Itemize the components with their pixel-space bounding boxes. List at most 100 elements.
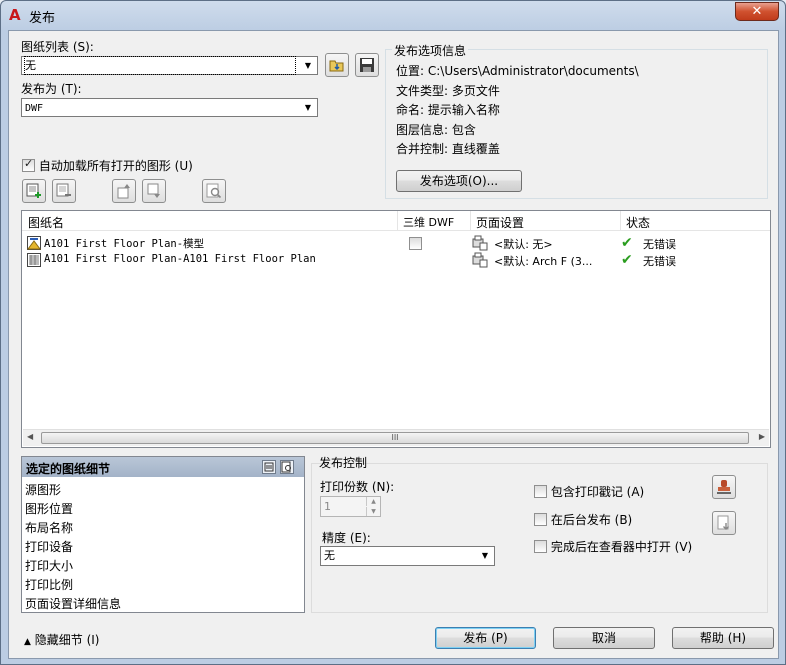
background-publish-label: 在后台发布 (B) [550, 513, 633, 527]
info-merge: 合并控制: 直线覆盖 [396, 142, 500, 156]
info-naming: 命名: 提示输入名称 [396, 103, 500, 117]
chevron-down-icon: ▼ [481, 551, 489, 560]
info-file-type: 文件类型: 多页文件 [396, 84, 500, 98]
col-header-page-setup[interactable]: 页面设置 [476, 214, 524, 231]
export-document-icon [717, 515, 729, 530]
scroll-right-arrow-icon[interactable]: ▶ [759, 432, 765, 441]
copies-stepper[interactable]: 1 ▲ ▼ [320, 496, 381, 517]
autoload-checkbox[interactable] [22, 157, 35, 172]
scroll-left-arrow-icon[interactable]: ◀ [27, 432, 33, 441]
sheet-name: A101 First Floor Plan-A101 First Floor P… [44, 253, 316, 265]
move-down-icon [147, 183, 160, 198]
page-setup-value[interactable]: <默认: Arch F (3... [494, 253, 592, 269]
scrollbar-grip: III [391, 433, 399, 442]
preview-magnifier-icon [206, 183, 222, 199]
window-title: 发布 [29, 11, 56, 26]
include-stamp-option[interactable]: 包含打印戳记 (A) [534, 483, 644, 500]
info-layer: 图层信息: 包含 [396, 123, 476, 137]
sheet-details-panel: 选定的图纸细节 源图形 图形位置 布局名称 打印设备 打印大小 打印比例 页面设… [21, 456, 305, 613]
details-preview-button[interactable] [280, 460, 294, 474]
background-publish-option[interactable]: 在后台发布 (B) [534, 511, 632, 528]
column-divider[interactable] [620, 211, 621, 231]
detail-drawing-location: 图形位置 [25, 502, 74, 516]
sheet-table: 图纸名 三维 DWF 页面设置 状态 A101 First Floor Plan… [21, 210, 771, 448]
dialog-body: 图纸列表 (S): 无 ▼ 发布为 (T): DWF ▼ 发布选项信息 位置: … [8, 30, 779, 659]
include-stamp-checkbox[interactable] [534, 485, 547, 498]
scrollbar-thumb[interactable]: III [41, 432, 749, 444]
chevron-down-icon: ▼ [304, 103, 312, 112]
title-bar[interactable]: A 发布 ✕ [1, 1, 785, 29]
include-stamp-label: 包含打印戳记 (A) [550, 485, 645, 499]
precision-select[interactable]: 无 ▼ [320, 546, 495, 566]
detail-layout-name: 布局名称 [25, 521, 74, 535]
move-sheet-up-button[interactable] [112, 179, 136, 203]
page-setup-icon [472, 252, 488, 271]
help-button[interactable]: 帮助 (H) [672, 627, 774, 649]
detail-source-drawing: 源图形 [25, 483, 62, 497]
publish-options-button[interactable]: 发布选项(O)... [396, 170, 522, 192]
sheet-list-label: 图纸列表 (S): [21, 40, 94, 54]
spin-down-icon[interactable]: ▼ [366, 507, 380, 516]
hide-details-label: 隐藏细节 (I) [34, 633, 100, 647]
options-info-title: 发布选项信息 [392, 42, 469, 59]
publish-to-value: DWF [25, 103, 44, 114]
col-header-3d-dwf[interactable]: 三维 DWF [403, 214, 454, 230]
info-location: 位置: C:\Users\Administrator\documents\ [396, 64, 639, 78]
copies-value: 1 [324, 500, 331, 513]
3d-dwf-checkbox[interactable] [409, 237, 422, 250]
remove-sheets-button[interactable] [52, 179, 76, 203]
hide-details-toggle[interactable]: ▲ 隐藏细节 (I) [24, 631, 99, 648]
save-icon [360, 58, 374, 72]
open-folder-icon [329, 60, 344, 72]
table-row[interactable]: A101 First Floor Plan-模型 <默认: 无> ✔ 无错误 [22, 235, 770, 252]
layout-sheet-icon [27, 253, 41, 270]
col-header-status[interactable]: 状态 [626, 214, 650, 231]
autoload-option[interactable]: 自动加载所有打开的图形 (U) [22, 157, 193, 174]
open-viewer-option[interactable]: 完成后在查看器中打开 (V) [534, 538, 692, 555]
detail-plot-scale: 打印比例 [25, 578, 74, 592]
details-view-button[interactable] [262, 460, 276, 474]
move-sheet-down-button[interactable] [142, 179, 166, 203]
copies-label: 打印份数 (N): [320, 480, 395, 494]
detail-plot-size: 打印大小 [25, 559, 74, 573]
table-header: 图纸名 三维 DWF 页面设置 状态 [22, 211, 770, 231]
sheet-list-select[interactable]: 无 ▼ [21, 56, 318, 75]
save-sheet-list-button[interactable] [355, 53, 379, 77]
col-header-sheet-name[interactable]: 图纸名 [28, 214, 64, 231]
close-button[interactable]: ✕ [735, 2, 779, 21]
detail-plot-device: 打印设备 [25, 540, 74, 554]
status-text: 无错误 [643, 238, 676, 251]
publish-button[interactable]: 发布 (P) [435, 627, 536, 649]
column-divider[interactable] [397, 211, 398, 231]
column-divider[interactable] [470, 211, 471, 231]
publish-control-title: 发布控制 [319, 456, 368, 470]
autocad-app-icon: A [9, 6, 21, 24]
sheet-list-value: 无 [24, 56, 296, 75]
open-viewer-checkbox[interactable] [534, 540, 547, 553]
preview-button[interactable] [202, 179, 226, 203]
horizontal-scrollbar[interactable]: ◀ III ▶ [23, 429, 769, 446]
spin-up-icon[interactable]: ▲ [366, 497, 380, 506]
precision-value: 无 [324, 549, 335, 562]
sheet-name: A101 First Floor Plan-模型 [44, 238, 205, 250]
list-view-icon [264, 462, 274, 472]
background-publish-checkbox[interactable] [534, 513, 547, 526]
triangle-up-icon: ▲ [24, 637, 31, 647]
load-sheet-list-button[interactable] [325, 53, 349, 77]
add-sheet-icon [26, 183, 41, 198]
publish-to-file-button[interactable] [712, 511, 736, 535]
add-sheets-button[interactable] [22, 179, 46, 203]
model-sheet-icon [27, 236, 41, 253]
page-setup-value[interactable]: <默认: 无> [494, 236, 553, 252]
table-row[interactable]: A101 First Floor Plan-A101 First Floor P… [22, 252, 770, 269]
plot-stamp-settings-button[interactable] [712, 475, 736, 499]
chevron-down-icon: ▼ [304, 61, 312, 70]
move-up-icon [117, 184, 130, 199]
publish-to-select[interactable]: DWF ▼ [21, 98, 318, 117]
precision-label: 精度 (E): [322, 531, 371, 545]
autoload-label: 自动加载所有打开的图形 (U) [38, 159, 193, 173]
publish-dialog: A 发布 ✕ 图纸列表 (S): 无 ▼ 发布为 (T): DWF ▼ 发布选项… [0, 0, 786, 665]
cancel-button[interactable]: 取消 [553, 627, 655, 649]
checkmark-icon: ✔ [621, 235, 633, 251]
detail-page-setup: 页面设置详细信息 [25, 597, 122, 611]
